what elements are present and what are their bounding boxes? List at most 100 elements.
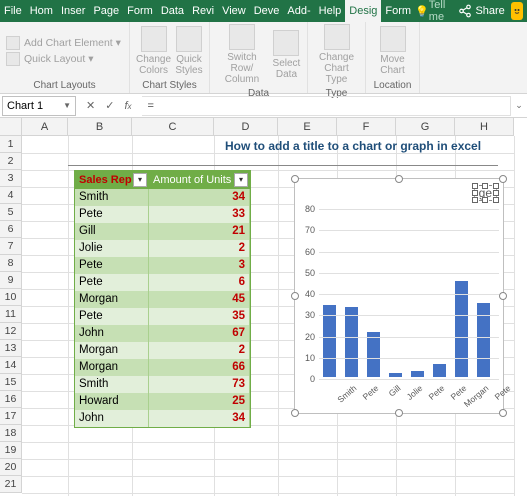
table-row[interactable]: Gill21 <box>75 223 250 240</box>
tab-developer[interactable]: Deve <box>250 0 284 22</box>
cell-name[interactable]: Morgan <box>75 291 149 308</box>
table-row[interactable]: Morgan66 <box>75 359 250 376</box>
tab-addins[interactable]: Add- <box>283 0 314 22</box>
tab-page[interactable]: Page <box>89 0 123 22</box>
cell-name[interactable]: Pete <box>75 274 149 291</box>
cell-name[interactable]: Pete <box>75 308 149 325</box>
row-header[interactable]: 16 <box>0 391 22 408</box>
expand-formula-bar-icon[interactable]: ⌄ <box>511 100 527 111</box>
chart-object[interactable]: ge 01020304050607080SmithPeteGillJoliePe… <box>294 178 504 414</box>
cell-value[interactable]: 35 <box>149 308 250 325</box>
share-button[interactable]: Share <box>458 4 504 18</box>
cell-value[interactable]: 33 <box>149 206 250 223</box>
fx-icon[interactable]: fx <box>124 100 131 112</box>
chart-bar[interactable] <box>389 373 402 377</box>
column-header[interactable]: D <box>214 118 278 136</box>
cell-value[interactable]: 21 <box>149 223 250 240</box>
cell-name[interactable]: John <box>75 325 149 342</box>
column-header[interactable]: A <box>22 118 68 136</box>
cell-value[interactable]: 2 <box>149 240 250 257</box>
chart-bar[interactable] <box>345 307 358 377</box>
cell-name[interactable]: Pete <box>75 206 149 223</box>
cell-name[interactable]: Smith <box>75 189 149 206</box>
column-header[interactable]: G <box>396 118 455 136</box>
row-header[interactable]: 14 <box>0 357 22 374</box>
cell-value[interactable]: 6 <box>149 274 250 291</box>
row-header[interactable]: 3 <box>0 170 22 187</box>
tellme-label[interactable]: Tell me <box>429 0 453 23</box>
row-header[interactable]: 5 <box>0 204 22 221</box>
filter-icon[interactable]: ▾ <box>234 173 248 187</box>
chevron-down-icon[interactable]: ▼ <box>63 101 71 110</box>
chart-bar[interactable] <box>433 364 446 377</box>
tab-file[interactable]: File <box>0 0 26 22</box>
row-header[interactable]: 18 <box>0 425 22 442</box>
cell-value[interactable]: 3 <box>149 257 250 274</box>
cell-value[interactable]: 45 <box>149 291 250 308</box>
cancel-formula-icon[interactable]: ✕ <box>86 99 95 112</box>
row-header[interactable]: 2 <box>0 153 22 170</box>
row-header[interactable]: 7 <box>0 238 22 255</box>
cell-name[interactable]: Smith <box>75 376 149 393</box>
cell-name[interactable]: Pete <box>75 257 149 274</box>
enter-formula-icon[interactable]: ✓ <box>105 99 114 112</box>
row-header[interactable]: 11 <box>0 306 22 323</box>
cell-value[interactable]: 2 <box>149 342 250 359</box>
switch-row-column-button[interactable]: Switch Row/ Column <box>216 24 268 85</box>
cell-name[interactable]: John <box>75 410 149 427</box>
tab-view[interactable]: View <box>218 0 250 22</box>
table-row[interactable]: John34 <box>75 410 250 427</box>
chart-bar[interactable] <box>477 303 490 377</box>
change-chart-type-button[interactable]: Change Chart Type <box>314 24 359 85</box>
table-row[interactable]: Morgan2 <box>75 342 250 359</box>
cell-name[interactable]: Jolie <box>75 240 149 257</box>
tab-home[interactable]: Hom <box>26 0 57 22</box>
tab-review[interactable]: Revi <box>188 0 218 22</box>
row-header[interactable]: 21 <box>0 476 22 493</box>
tellme-icon[interactable]: 💡 <box>415 5 429 18</box>
feedback-smile-icon[interactable] <box>511 2 523 20</box>
cell-value[interactable]: 66 <box>149 359 250 376</box>
name-box[interactable]: Chart 1 ▼ <box>2 96 76 116</box>
add-chart-element-button[interactable]: Add Chart Element ▾ <box>6 36 121 50</box>
table-row[interactable]: Smith73 <box>75 376 250 393</box>
move-chart-button[interactable]: Move Chart <box>372 26 413 76</box>
chart-bar[interactable] <box>411 371 424 377</box>
quick-layout-button[interactable]: Quick Layout ▾ <box>6 52 121 66</box>
table-row[interactable]: Jolie2 <box>75 240 250 257</box>
formula-bar[interactable]: = <box>142 96 512 116</box>
row-header[interactable]: 15 <box>0 374 22 391</box>
tab-format[interactable]: Form <box>381 0 415 22</box>
table-row[interactable]: Morgan45 <box>75 291 250 308</box>
row-header[interactable]: 8 <box>0 255 22 272</box>
row-header[interactable]: 20 <box>0 459 22 476</box>
quick-styles-button[interactable]: Quick Styles <box>175 26 203 76</box>
data-table[interactable]: Sales Rep▾ Amount of Units▾ Smith34Pete3… <box>74 170 251 428</box>
row-header[interactable]: 12 <box>0 323 22 340</box>
select-data-button[interactable]: Select Data <box>272 30 301 80</box>
cell-value[interactable]: 73 <box>149 376 250 393</box>
table-row[interactable]: Howard25 <box>75 393 250 410</box>
table-row[interactable]: Smith34 <box>75 189 250 206</box>
row-header[interactable]: 10 <box>0 289 22 306</box>
table-row[interactable]: Pete35 <box>75 308 250 325</box>
cell-name[interactable]: Morgan <box>75 342 149 359</box>
tab-data[interactable]: Data <box>157 0 188 22</box>
table-row[interactable]: Pete33 <box>75 206 250 223</box>
table-row[interactable]: Pete3 <box>75 257 250 274</box>
tab-help[interactable]: Help <box>315 0 346 22</box>
column-header[interactable]: F <box>337 118 396 136</box>
tab-insert[interactable]: Inser <box>57 0 89 22</box>
row-header[interactable]: 19 <box>0 442 22 459</box>
cell-name[interactable]: Morgan <box>75 359 149 376</box>
cell-value[interactable]: 34 <box>149 189 250 206</box>
cell-value[interactable]: 67 <box>149 325 250 342</box>
tab-formulas[interactable]: Form <box>123 0 157 22</box>
column-header[interactable]: C <box>132 118 214 136</box>
table-row[interactable]: John67 <box>75 325 250 342</box>
column-header-sales-rep[interactable]: Sales Rep▾ <box>75 171 149 189</box>
change-colors-button[interactable]: Change Colors <box>136 26 171 76</box>
row-header[interactable]: 13 <box>0 340 22 357</box>
row-header[interactable]: 17 <box>0 408 22 425</box>
row-header[interactable]: 1 <box>0 136 22 153</box>
